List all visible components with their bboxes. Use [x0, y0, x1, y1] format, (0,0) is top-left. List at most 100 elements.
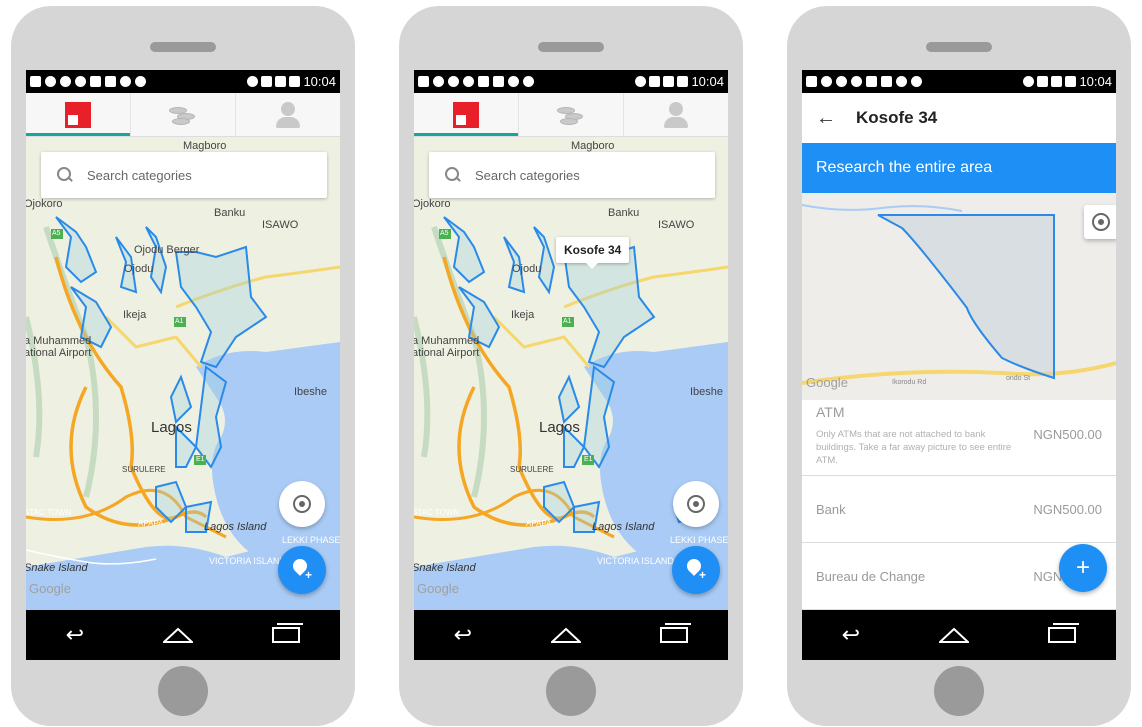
road-label: Ikorodu Rd — [892, 379, 927, 386]
road-shield: A5 — [440, 230, 449, 237]
location-icon — [247, 76, 259, 87]
add-location-button[interactable] — [672, 546, 720, 594]
notification-icon — [806, 76, 817, 87]
map-label: Snake Island — [26, 562, 88, 574]
voicemail-icon — [523, 76, 534, 87]
voicemail-icon — [911, 76, 922, 87]
road-shield: E1 — [196, 456, 205, 463]
map-label: ational Airport — [26, 347, 92, 359]
category-price: NGN500.00 — [1033, 501, 1102, 517]
area-map[interactable]: Google Ikorodu Rd ondo St — [802, 193, 1116, 400]
wifi-icon — [275, 76, 287, 87]
hardware-home-button — [546, 666, 596, 716]
tab-bar — [26, 93, 340, 137]
tab-profile[interactable] — [236, 93, 340, 136]
map-label: LEKKI PHASE 1 — [282, 535, 340, 545]
map-label: STAC TOWN — [26, 508, 72, 517]
flag-icon — [65, 101, 91, 128]
map-label: Banku — [608, 207, 640, 219]
map-label: Lagos — [151, 419, 192, 436]
home-icon[interactable] — [163, 627, 194, 643]
tab-profile[interactable] — [624, 93, 728, 136]
status-time: 10:04 — [1079, 74, 1112, 89]
speaker — [150, 42, 216, 52]
map-label: ISAWO — [658, 219, 695, 231]
battery-icon — [1065, 76, 1077, 87]
map-label: Banku — [214, 207, 246, 219]
person-icon — [664, 101, 688, 128]
phone-frame-2: 10:04 Magboro Ojokoro Banku ISAWO Ojodu … — [399, 6, 743, 726]
message-icon — [493, 76, 504, 87]
tab-earnings[interactable] — [519, 93, 624, 136]
list-item[interactable]: ATM Only ATMs that are not attached to b… — [802, 400, 1116, 476]
map-label: APAPA — [138, 519, 164, 528]
map-view[interactable]: Magboro Ojokoro Banku ISAWO Ojodu Berger… — [26, 137, 340, 610]
map-label: Lagos — [539, 419, 580, 436]
android-nav-bar: ↩ — [26, 610, 340, 660]
area-map-graphic — [802, 193, 1116, 400]
map-label: Ojodu — [512, 263, 542, 275]
message-icon — [90, 76, 101, 87]
road-shield: E1 — [584, 456, 593, 463]
notification-icon — [45, 76, 56, 87]
list-item[interactable]: Bank NGN500.00 — [802, 476, 1116, 543]
map-label: Ikeja — [511, 309, 535, 321]
crosshair-icon — [687, 495, 705, 513]
map-label: Magboro — [183, 140, 227, 152]
recents-icon[interactable] — [272, 623, 304, 643]
map-view[interactable]: Magboro Ojokoro Banku ISAWO Ojodu Ikeja … — [414, 137, 728, 610]
hardware-home-button — [158, 666, 208, 716]
notification-icons — [30, 76, 247, 87]
road-shield: A5 — [52, 230, 61, 237]
back-icon[interactable]: ↩ — [842, 624, 860, 646]
activity-icon — [1037, 76, 1049, 87]
back-icon[interactable]: ↩ — [454, 624, 472, 646]
my-location-button[interactable] — [279, 481, 325, 527]
tab-map[interactable] — [26, 93, 131, 136]
status-bar: 10:04 — [26, 70, 340, 93]
pin-plus-icon — [291, 559, 313, 582]
app-bar: ← Kosofe 34 — [802, 93, 1116, 143]
back-arrow-icon[interactable]: ← — [816, 107, 836, 130]
google-logo: Google — [806, 375, 848, 390]
map-label: Ojodu Berger — [134, 244, 200, 256]
home-icon[interactable] — [551, 627, 582, 643]
search-input[interactable]: Search categories — [429, 152, 715, 198]
page-title: Kosofe 34 — [856, 108, 938, 127]
phone-frame-3: 10:04 ← Kosofe 34 Research the entire ar… — [787, 6, 1131, 726]
add-button[interactable]: + — [1059, 544, 1107, 592]
map-label: Ibeshe — [294, 386, 328, 398]
pin-plus-icon — [685, 559, 707, 582]
category-price: NGN500.00 — [1033, 427, 1102, 442]
tab-earnings[interactable] — [131, 93, 236, 136]
map-label: Ojokoro — [26, 198, 63, 210]
map-label: Lagos Island — [204, 521, 267, 533]
road-shield: A1 — [563, 318, 572, 325]
android-nav-bar: ↩ — [802, 610, 1116, 660]
whatsapp-icon — [851, 76, 862, 87]
my-location-button[interactable] — [673, 481, 719, 527]
home-icon[interactable] — [939, 627, 970, 643]
area-popup[interactable]: Kosofe 34 — [556, 237, 630, 269]
google-logo: Google — [29, 581, 71, 596]
add-location-button[interactable] — [278, 546, 326, 594]
notification-icon — [821, 76, 832, 87]
map-label: ational Airport — [414, 347, 480, 359]
whatsapp-icon — [463, 76, 474, 87]
recents-icon[interactable] — [1048, 623, 1080, 643]
activity-icon — [261, 76, 273, 87]
my-location-button[interactable] — [1084, 205, 1116, 239]
tab-map[interactable] — [414, 93, 519, 136]
notification-icon — [60, 76, 71, 87]
category-description: Only ATMs that are not attached to bank … — [816, 429, 1012, 466]
map-label: Lagos Island — [592, 521, 655, 533]
tab-bar — [414, 93, 728, 137]
search-input[interactable]: Search categories — [41, 152, 327, 198]
crosshair-icon — [293, 495, 311, 513]
back-icon[interactable]: ↩ — [66, 624, 84, 646]
flag-icon — [453, 101, 479, 128]
person-icon — [276, 101, 300, 128]
research-banner[interactable]: Research the entire area — [802, 143, 1116, 193]
road-label: ondo St — [1006, 375, 1031, 382]
recents-icon[interactable] — [660, 623, 692, 643]
